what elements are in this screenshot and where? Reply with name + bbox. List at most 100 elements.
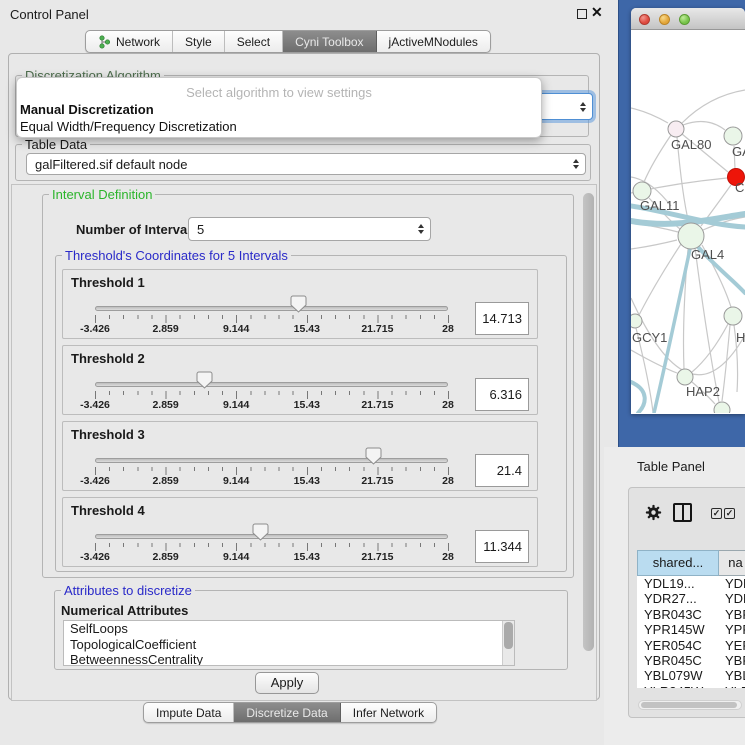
scrollbar-thumb[interactable] — [641, 702, 737, 708]
tick-label: -3.426 — [80, 399, 110, 411]
checkbox-icon[interactable]: ✓ — [724, 508, 735, 519]
attribute-item-selfloops[interactable]: SelfLoops — [64, 621, 514, 637]
cell-shared-name[interactable]: YER054C — [637, 638, 719, 653]
cell-shared-name[interactable]: YLR345W — [637, 684, 719, 688]
threshold-label: Threshold 2 — [71, 351, 145, 366]
cell-name[interactable]: YBR0 — [719, 607, 745, 622]
attribute-item-topologicalcoefficient[interactable]: TopologicalCoefficient — [64, 637, 514, 653]
cell-shared-name[interactable]: YDR27... — [637, 591, 719, 606]
cell-name[interactable]: YBR0 — [719, 653, 745, 668]
node-label-gal80: GAL80 — [671, 137, 711, 152]
split-table-icon[interactable] — [673, 503, 692, 522]
table-row[interactable]: YBL079WYBL0 — [637, 668, 745, 683]
network-canvas[interactable]: GAL80 GA C GAL11 GAL4 GCY1 H HAP2 — [631, 30, 745, 413]
slider-track[interactable] — [95, 382, 448, 387]
network-window-titlebar[interactable] — [631, 8, 745, 30]
table-horizontal-scrollbar[interactable] — [638, 700, 742, 710]
combo-stepper-icon — [573, 159, 579, 169]
tab-infer-network[interactable]: Infer Network — [341, 703, 436, 722]
threshold-value-field[interactable]: 6.316 — [475, 378, 529, 411]
cell-name[interactable]: YLR3 — [719, 684, 745, 688]
number-of-intervals-value: 5 — [197, 222, 204, 237]
number-of-intervals-select[interactable]: 5 — [188, 217, 431, 241]
attributes-group: Attributes to discretize Numerical Attri… — [54, 590, 568, 670]
table-data-select[interactable]: galFiltered.sif default node — [26, 153, 586, 175]
table-row[interactable]: YPR145WYPR1 — [637, 622, 745, 637]
tick-label: 28 — [442, 551, 454, 563]
apply-button[interactable]: Apply — [255, 672, 319, 694]
tab-impute-data[interactable]: Impute Data — [144, 703, 234, 722]
panel-title: Control Panel — [10, 7, 89, 22]
algorithm-dropdown-popup: Select algorithm to view settings Manual… — [16, 77, 542, 138]
cell-shared-name[interactable]: YDL19... — [637, 576, 719, 591]
node-gal4[interactable] — [678, 223, 704, 249]
node-top-right[interactable] — [724, 127, 742, 145]
cell-shared-name[interactable]: YPR145W — [637, 622, 719, 637]
cell-name[interactable]: YBL0 — [719, 668, 745, 683]
tick-label: 2.859 — [152, 323, 178, 335]
threshold-coordinates-label: Threshold's Coordinates for 5 Intervals — [62, 248, 291, 263]
table-row[interactable]: YER054CYER0 — [637, 638, 745, 653]
table-row[interactable]: YBR043CYBR0 — [637, 607, 745, 622]
tab-jactivemnodules[interactable]: jActiveMNodules — [377, 31, 490, 52]
cell-shared-name[interactable]: YBL079W — [637, 668, 719, 683]
zoom-traffic-light-icon[interactable] — [679, 14, 690, 25]
node-right-mid[interactable] — [724, 307, 742, 325]
table-row[interactable]: YDL19...YDL1 — [637, 576, 745, 591]
scrollbar-thumb[interactable] — [504, 622, 513, 649]
attribute-item-betweennesscentrality[interactable]: BetweennessCentrality — [64, 652, 514, 666]
column-header-name[interactable]: na — [719, 550, 745, 576]
numerical-attributes-list[interactable]: SelfLoopsTopologicalCoefficientBetweenne… — [63, 620, 515, 666]
threshold-value-field[interactable]: 21.4 — [475, 454, 529, 487]
slider-thumb[interactable] — [252, 523, 269, 544]
tick-label: 2.859 — [152, 475, 178, 487]
threshold-value-field[interactable]: 11.344 — [475, 530, 529, 563]
node-hap2[interactable] — [677, 369, 693, 385]
table-row[interactable]: YBR045CYBR0 — [637, 653, 745, 668]
slider-thumb[interactable] — [196, 371, 213, 392]
cell-name[interactable]: YPR1 — [719, 622, 745, 637]
table-row[interactable]: YLR345WYLR3 — [637, 684, 745, 688]
tab-cyni-toolbox[interactable]: Cyni Toolbox — [283, 31, 376, 52]
table-panel-title: Table Panel — [637, 459, 705, 474]
minimize-traffic-light-icon[interactable] — [659, 14, 670, 25]
tab-label: Cyni Toolbox — [295, 35, 363, 49]
algorithm-option-manual-discretization[interactable]: Manual Discretization — [20, 102, 154, 117]
slider-thumb[interactable] — [365, 447, 382, 468]
slider-thumb[interactable] — [290, 295, 307, 316]
attributes-scrollbar[interactable] — [502, 621, 514, 665]
tick-label: 9.144 — [223, 399, 249, 411]
tab-network[interactable]: Network — [86, 31, 173, 52]
table-row[interactable]: YDR27...YDR2 — [637, 591, 745, 606]
slider-track[interactable] — [95, 458, 448, 463]
cell-name[interactable]: YDL1 — [719, 576, 745, 591]
cell-name[interactable]: YER0 — [719, 638, 745, 653]
algorithm-option-equal-width-frequency-discretization[interactable]: Equal Width/Frequency Discretization — [20, 119, 237, 134]
tab-select[interactable]: Select — [225, 31, 283, 52]
column-header-shared-name[interactable]: shared... — [637, 550, 719, 576]
cell-shared-name[interactable]: YBR043C — [637, 607, 719, 622]
threshold-4-box: Threshold 4-3.4262.8599.14415.4321.71528… — [62, 497, 538, 567]
top-tab-bar: NetworkStyleSelect Cyni Toolbox jActiveMNo… — [85, 30, 491, 53]
tab-label: jActiveMNodules — [389, 35, 478, 49]
checkbox-icon[interactable]: ✓ — [711, 508, 722, 519]
attributes-to-discretize-label: Attributes to discretize — [61, 583, 195, 598]
network-window: GAL80 GA C GAL11 GAL4 GCY1 H HAP2 — [631, 8, 745, 414]
threshold-value-field[interactable]: 14.713 — [475, 302, 529, 335]
float-window-icon[interactable] — [577, 9, 587, 19]
cell-name[interactable]: YDR2 — [719, 591, 745, 606]
tab-discretize-data[interactable]: Discretize Data — [234, 703, 340, 722]
scrollbar-thumb[interactable] — [583, 193, 594, 651]
node-gcy1[interactable] — [631, 314, 642, 328]
gear-icon[interactable] — [645, 504, 662, 521]
tab-style[interactable]: Style — [173, 31, 225, 52]
tick-label: 2.859 — [152, 551, 178, 563]
node-bottom[interactable] — [714, 402, 730, 413]
cell-shared-name[interactable]: YBR045C — [637, 653, 719, 668]
interval-definition-label: Interval Definition — [49, 187, 155, 202]
node-gal80[interactable] — [668, 121, 684, 137]
close-icon[interactable]: ✕ — [591, 4, 603, 21]
slider-track[interactable] — [95, 306, 448, 311]
slider-track[interactable] — [95, 534, 448, 539]
close-traffic-light-icon[interactable] — [639, 14, 650, 25]
